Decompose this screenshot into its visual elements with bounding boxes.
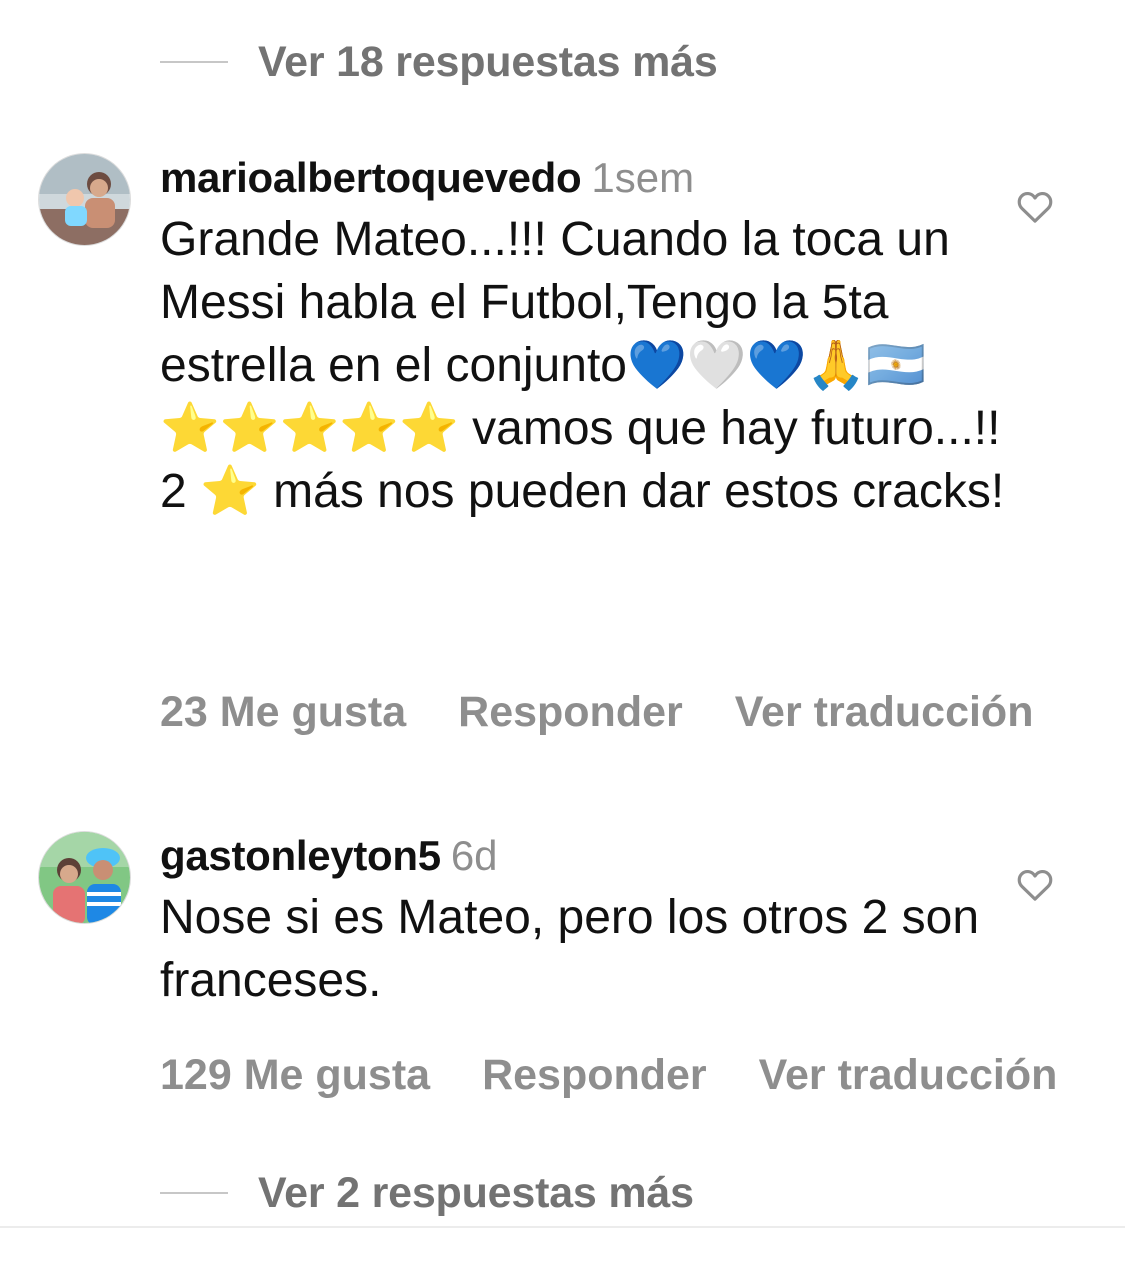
heart-outline-icon[interactable]	[1014, 865, 1056, 905]
comment-header: marioalbertoquevedo 1sem	[160, 150, 1025, 206]
thread-line	[160, 61, 228, 63]
reply-button[interactable]: Responder	[458, 688, 683, 736]
view-more-replies-top[interactable]: Ver 18 respuestas más	[160, 32, 718, 92]
thread-line	[160, 1192, 228, 1194]
comment-text: Nose si es Mateo, pero los otros 2 son f…	[160, 891, 980, 1007]
username[interactable]: gastonleyton5	[160, 832, 441, 879]
timestamp: 6d	[450, 832, 498, 879]
heart-outline-icon[interactable]	[1014, 187, 1056, 227]
comment-body: marioalbertoquevedo 1sem Grande Mateo...!…	[160, 150, 1025, 523]
likes-count[interactable]: 23 Me gusta	[160, 688, 406, 736]
comment-actions: 129 Me gusta Responder Ver traducción	[160, 1051, 1109, 1100]
avatar[interactable]	[38, 831, 131, 924]
translate-button[interactable]: Ver traducción	[735, 688, 1034, 736]
view-more-replies-label: Ver 18 respuestas más	[258, 37, 718, 86]
view-more-replies-label: Ver 2 respuestas más	[258, 1168, 694, 1217]
comment-header: gastonleyton5 6d	[160, 828, 1025, 884]
avatar[interactable]	[38, 153, 131, 246]
comment-body: gastonleyton5 6d Nose si es Mateo, pero l…	[160, 828, 1025, 1012]
username[interactable]: marioalbertoquevedo	[160, 154, 582, 201]
reply-button[interactable]: Responder	[482, 1051, 707, 1099]
comment-text: Grande Mateo...!!! Cuando la toca un Mes…	[160, 213, 1005, 518]
translate-button[interactable]: Ver traducción	[759, 1051, 1058, 1099]
view-more-replies-bottom[interactable]: Ver 2 respuestas más	[160, 1163, 694, 1223]
comment-actions: 23 Me gusta Responder Ver traducción	[160, 688, 1085, 737]
timestamp: 1sem	[591, 154, 695, 201]
divider	[0, 1226, 1125, 1228]
likes-count[interactable]: 129 Me gusta	[160, 1051, 430, 1099]
